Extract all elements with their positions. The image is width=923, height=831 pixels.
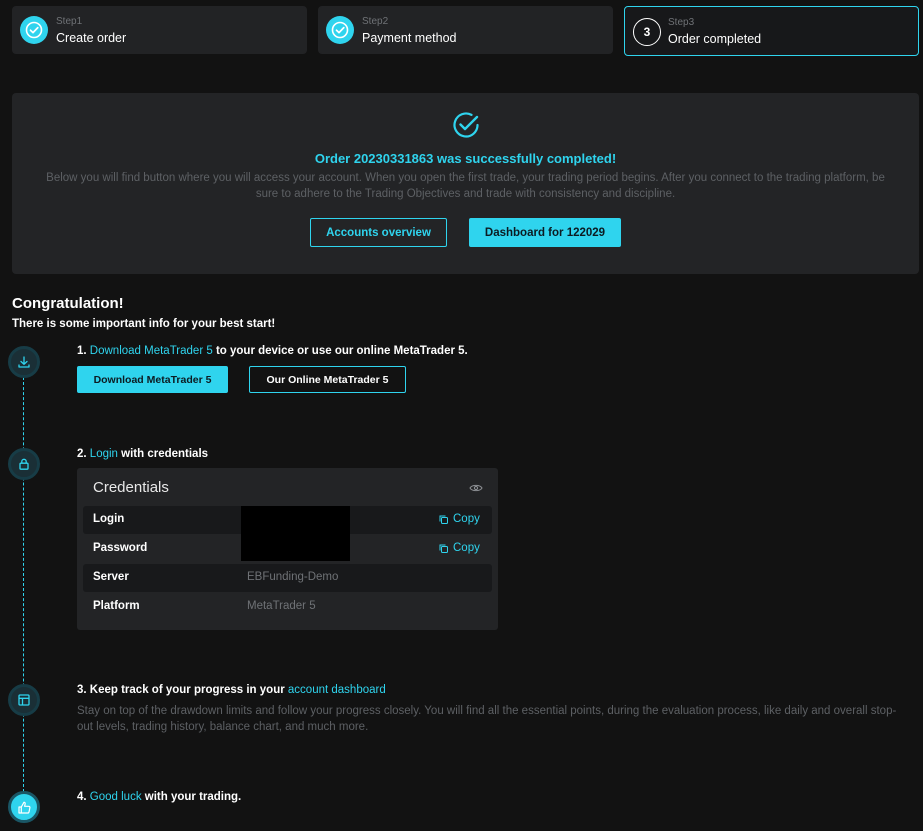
copy-label: Copy	[453, 542, 480, 554]
copy-icon	[439, 515, 448, 524]
eye-icon[interactable]	[469, 481, 483, 499]
step4-suffix: with your trading.	[141, 791, 242, 803]
dashboard-layout-icon	[8, 684, 40, 716]
copy-icon	[439, 544, 448, 553]
copy-login-button[interactable]: Copy	[438, 513, 480, 525]
step-label: Create order	[56, 31, 127, 45]
lock-icon	[8, 448, 40, 480]
step1-text: 1. Download MetaTrader 5 to your device …	[77, 345, 468, 357]
credential-key: Password	[93, 542, 148, 554]
step2-suffix: with credentials	[117, 448, 209, 460]
step-number-badge: 3	[633, 18, 661, 46]
step-number-label: Step3	[668, 17, 695, 28]
step3-text: 3. Keep track of your progress in your a…	[77, 684, 386, 696]
step-create-order[interactable]: Step1 Create order	[12, 6, 307, 54]
timeline-connector	[23, 372, 24, 797]
login-link[interactable]: Login	[90, 448, 118, 460]
step-label: Order completed	[668, 32, 762, 46]
account-dashboard-link[interactable]: account dashboard	[288, 684, 386, 696]
credential-key: Server	[93, 571, 129, 583]
download-metatrader-button[interactable]: Download MetaTrader 5	[77, 366, 228, 393]
credentials-title: Credentials	[93, 479, 169, 496]
step3-description: Stay on top of the drawdown limits and f…	[77, 705, 897, 733]
step-number-label: Step1	[56, 16, 83, 27]
step-order-completed[interactable]: 3 Step3 Order completed	[624, 6, 919, 56]
congrats-title: Congratulation!	[12, 295, 124, 312]
download-metatrader-link[interactable]: Download MetaTrader 5	[90, 345, 213, 357]
redaction-mask	[241, 506, 350, 561]
credential-value: EBFunding-Demo	[247, 571, 339, 583]
step1-prefix: 1.	[77, 345, 90, 357]
order-description: Below you will find button where you wil…	[46, 172, 885, 200]
credential-value: MetaTrader 5	[247, 600, 316, 612]
check-circle-icon	[20, 16, 48, 44]
step2-text: 2. Login with credentials	[77, 448, 208, 460]
step2-prefix: 2.	[77, 448, 90, 460]
step-number-label: Step2	[362, 16, 389, 27]
accounts-overview-button[interactable]: Accounts overview	[310, 218, 447, 247]
online-metatrader-button[interactable]: Our Online MetaTrader 5	[249, 366, 406, 393]
step3-prefix: 3. Keep track of your progress in your	[77, 684, 288, 696]
good-luck-link: Good luck	[89, 791, 142, 803]
download-icon	[8, 346, 40, 378]
check-circle-icon	[326, 16, 354, 44]
thumbs-up-icon	[8, 791, 40, 823]
order-success-title: Order 20230331863 was successfully compl…	[314, 151, 617, 166]
step1-suffix: to your device or use our online MetaTra…	[212, 345, 468, 357]
success-check-icon	[450, 109, 482, 146]
copy-password-button[interactable]: Copy	[438, 542, 480, 554]
step4-text: 4. Good luck with your trading.	[77, 791, 241, 803]
credential-row-server: Server EBFunding-Demo	[83, 564, 492, 592]
step-payment-method[interactable]: Step2 Payment method	[318, 6, 613, 54]
credential-row-platform: Platform MetaTrader 5	[83, 593, 492, 621]
credential-key: Login	[93, 513, 125, 525]
dashboard-button[interactable]: Dashboard for 122029	[469, 218, 621, 247]
credential-key: Platform	[93, 600, 140, 612]
order-completed-panel: Order 20230331863 was successfully compl…	[12, 93, 919, 274]
step-label: Payment method	[362, 31, 457, 45]
step4-prefix: 4.	[77, 791, 90, 803]
copy-label: Copy	[453, 513, 480, 525]
congrats-subtitle: There is some important info for your be…	[12, 318, 276, 330]
